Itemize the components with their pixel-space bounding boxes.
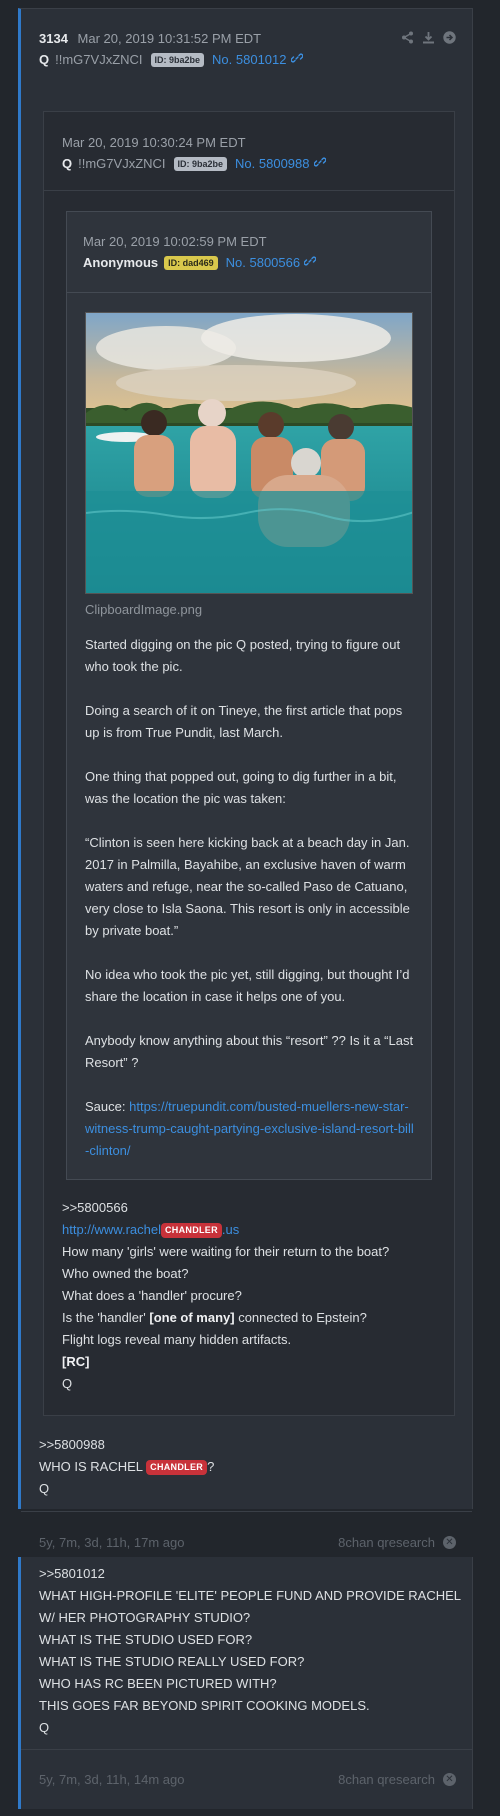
id-badge[interactable]: ID: dad469 [164, 255, 218, 270]
signature: Q [62, 1376, 73, 1391]
post-number-link[interactable]: No. 5800988 [235, 156, 309, 171]
post-author-row: Q !!mG7VJxZNCI ID: 9ba2be No. 5801012 [39, 52, 303, 67]
text-line: Flight logs reveal many hidden artifacts… [62, 1332, 292, 1347]
reply-reference[interactable]: >>5800988 [39, 1434, 459, 1456]
sauce-link[interactable]: https://truepundit.com/busted-muellers-n… [85, 1099, 414, 1158]
sauce-label: Sauce: [85, 1099, 126, 1114]
text-line: [RC] [62, 1351, 442, 1373]
post-reply: >>5801012 WHAT HIGH-PROFILE 'ELITE' PEOP… [18, 1557, 473, 1809]
tripcode: !!mG7VJxZNCI [55, 52, 143, 67]
paragraph: One thing that popped out, going to dig … [85, 769, 397, 806]
text-line: What does a 'handler' procure? [62, 1288, 242, 1303]
signature: Q [39, 1481, 50, 1496]
author-name: Anonymous [83, 255, 159, 270]
chandler-tag: CHANDLER [161, 1223, 222, 1238]
image-filename[interactable]: ClipboardImage.png [85, 602, 202, 617]
source-info: 8chan qresearch ✕ [338, 1535, 456, 1550]
quoted-post-5800566: Mar 20, 2019 10:02:59 PM EDT Anonymous I… [66, 211, 432, 1180]
post-date: Mar 20, 2019 10:31:52 PM EDT [77, 31, 262, 46]
rc-tag: [RC] [62, 1354, 90, 1369]
reply-reference[interactable]: >>5800566 [62, 1197, 442, 1219]
divider [44, 190, 454, 191]
id-badge[interactable]: ID: 9ba2be [150, 52, 205, 67]
post-toolbar [401, 31, 456, 44]
close-icon[interactable]: ✕ [443, 1773, 456, 1786]
quoted-post-date: Mar 20, 2019 10:30:24 PM EDT [62, 135, 246, 150]
reply-reference[interactable]: >>5801012 [39, 1563, 469, 1585]
source-info: 8chan qresearch ✕ [338, 1772, 456, 1787]
author-name: Q [39, 52, 50, 67]
sauce-line: Sauce: https://truepundit.com/busted-mue… [85, 1096, 415, 1162]
quoted-post-author-row: Q !!mG7VJxZNCI ID: 9ba2be No. 5800988 [62, 156, 326, 171]
text-line: Is the 'handler' [one of many] connected… [62, 1310, 367, 1325]
share-icon[interactable] [401, 31, 414, 44]
post-footer: 5y, 7m, 3d, 11h, 17m ago 8chan qresearch… [39, 1535, 456, 1550]
post-3134: 3134 Mar 20, 2019 10:31:52 PM EDT Q !!mG… [18, 8, 473, 1550]
signature: Q [39, 1720, 50, 1735]
text-line: WHO IS RACHEL CHANDLER? [39, 1459, 215, 1475]
download-icon[interactable] [422, 31, 435, 44]
post-body: >>5801012 WHAT HIGH-PROFILE 'ELITE' PEOP… [39, 1563, 469, 1739]
link-icon[interactable] [303, 255, 317, 270]
paragraph: Started digging on the pic Q posted, try… [85, 637, 401, 674]
text-line: Who owned the boat? [62, 1266, 189, 1281]
bold-text: [one of many] [149, 1310, 235, 1325]
relative-time: 5y, 7m, 3d, 11h, 14m ago [39, 1772, 185, 1787]
divider [67, 292, 431, 293]
text-line: WHO HAS RC BEEN PICTURED WITH? [39, 1676, 277, 1691]
source-label[interactable]: 8chan qresearch [338, 1535, 435, 1550]
post-image[interactable] [85, 312, 413, 594]
author-name: Q [62, 156, 73, 171]
link-icon[interactable] [290, 52, 303, 67]
post-header: 3134 Mar 20, 2019 10:31:52 PM EDT [39, 31, 261, 46]
post-body: Started digging on the pic Q posted, try… [85, 634, 415, 1162]
text-line: THIS GOES FAR BEYOND SPIRIT COOKING MODE… [39, 1698, 370, 1713]
rachel-link-line: http://www.rachel CHANDLER .us [62, 1219, 442, 1241]
quoted-post-body: >>5800566 http://www.rachel CHANDLER .us H… [62, 1197, 442, 1395]
paragraph: “Clinton is seen here kicking back at a … [85, 835, 410, 938]
quoted-post-5800988: Mar 20, 2019 10:30:24 PM EDT Q !!mG7VJxZ… [43, 111, 455, 1416]
close-icon[interactable]: ✕ [443, 1536, 456, 1549]
relative-time: 5y, 7m, 3d, 11h, 17m ago [39, 1535, 185, 1550]
post-number: 3134 [39, 31, 68, 46]
source-label[interactable]: 8chan qresearch [338, 1772, 435, 1787]
divider [21, 1511, 472, 1512]
tripcode: !!mG7VJxZNCI [78, 156, 166, 171]
id-badge[interactable]: ID: 9ba2be [173, 156, 228, 171]
post-body: >>5800988 WHO IS RACHEL CHANDLER? Q [39, 1434, 459, 1500]
post-number-link[interactable]: No. 5800566 [226, 255, 300, 270]
paragraph: Doing a search of it on Tineye, the firs… [85, 703, 403, 740]
rachel-link[interactable]: http://www.rachel CHANDLER .us [62, 1222, 239, 1238]
text-line: WHAT HIGH-PROFILE 'ELITE' PEOPLE FUND AN… [39, 1588, 462, 1603]
arrow-right-icon[interactable] [443, 31, 456, 44]
text-line: WHAT IS THE STUDIO USED FOR? [39, 1632, 253, 1647]
post-number-link[interactable]: No. 5801012 [212, 52, 286, 67]
text-line: W/ HER PHOTOGRAPHY STUDIO? [39, 1610, 251, 1625]
paragraph: Anybody know anything about this “resort… [85, 1033, 414, 1070]
link-icon[interactable] [313, 156, 326, 171]
text-line: WHAT IS THE STUDIO REALLY USED FOR? [39, 1654, 305, 1669]
chandler-tag: CHANDLER [146, 1460, 208, 1475]
quoted-post-date: Mar 20, 2019 10:02:59 PM EDT [83, 234, 267, 249]
divider [21, 1749, 472, 1750]
quoted-post-author-row: Anonymous ID: dad469 No. 5800566 [83, 255, 317, 270]
post-footer: 5y, 7m, 3d, 11h, 14m ago 8chan qresearch… [39, 1772, 456, 1787]
text-line: How many 'girls' were waiting for their … [62, 1244, 390, 1259]
paragraph: No idea who took the pic yet, still digg… [85, 967, 410, 1004]
